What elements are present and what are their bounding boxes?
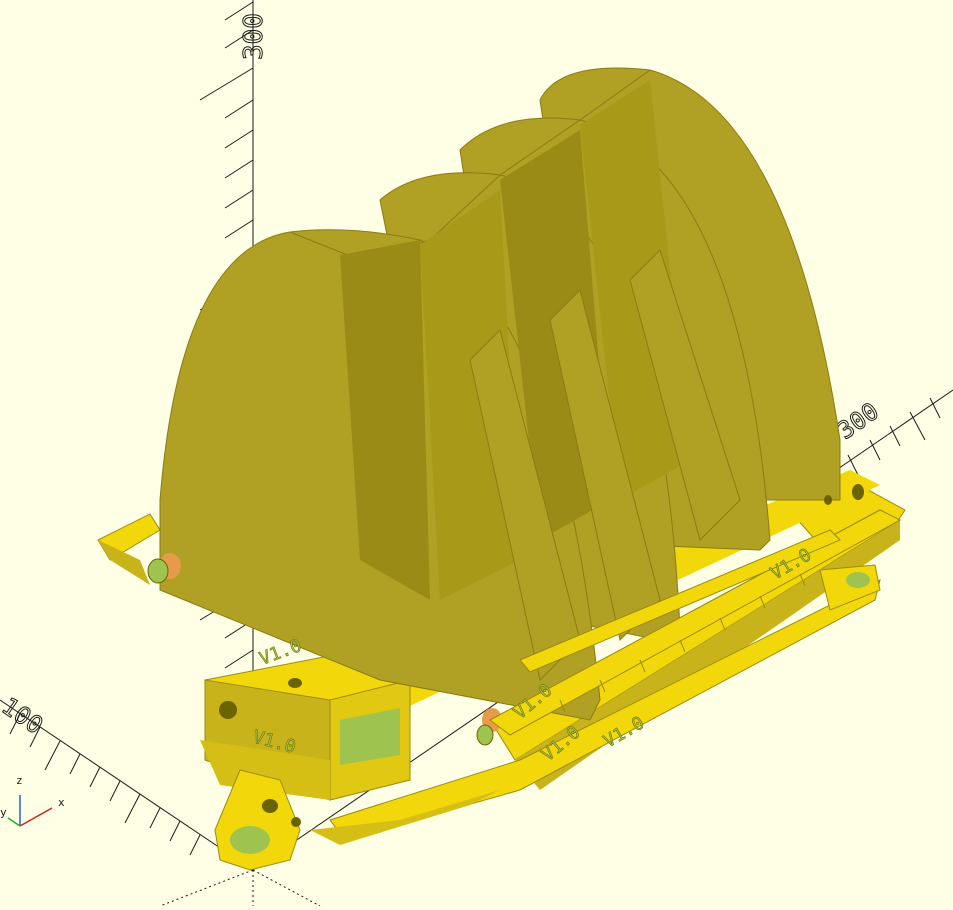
x-axis-negative bbox=[159, 869, 254, 907]
y-axis-ticks bbox=[9, 713, 201, 856]
z-axis-label-300: 300 bbox=[239, 13, 269, 60]
gizmo-y-label: y bbox=[0, 806, 7, 819]
gizmo-z-label: z bbox=[16, 774, 23, 787]
3d-viewport[interactable]: 300 200 100 300 100 bbox=[0, 0, 953, 907]
3d-model[interactable]: V1.0 V1.0 V1.0 V1.0 V1.0 V1.0 bbox=[97, 67, 906, 871]
y-axis-label-100: 100 bbox=[0, 692, 48, 740]
gizmo-x-label: x bbox=[58, 796, 65, 809]
y-axis-negative bbox=[252, 869, 321, 907]
axes-gizmo: z x y bbox=[0, 774, 65, 827]
gizmo-x-line bbox=[19, 807, 53, 827]
gizmo-y-line bbox=[7, 817, 21, 827]
